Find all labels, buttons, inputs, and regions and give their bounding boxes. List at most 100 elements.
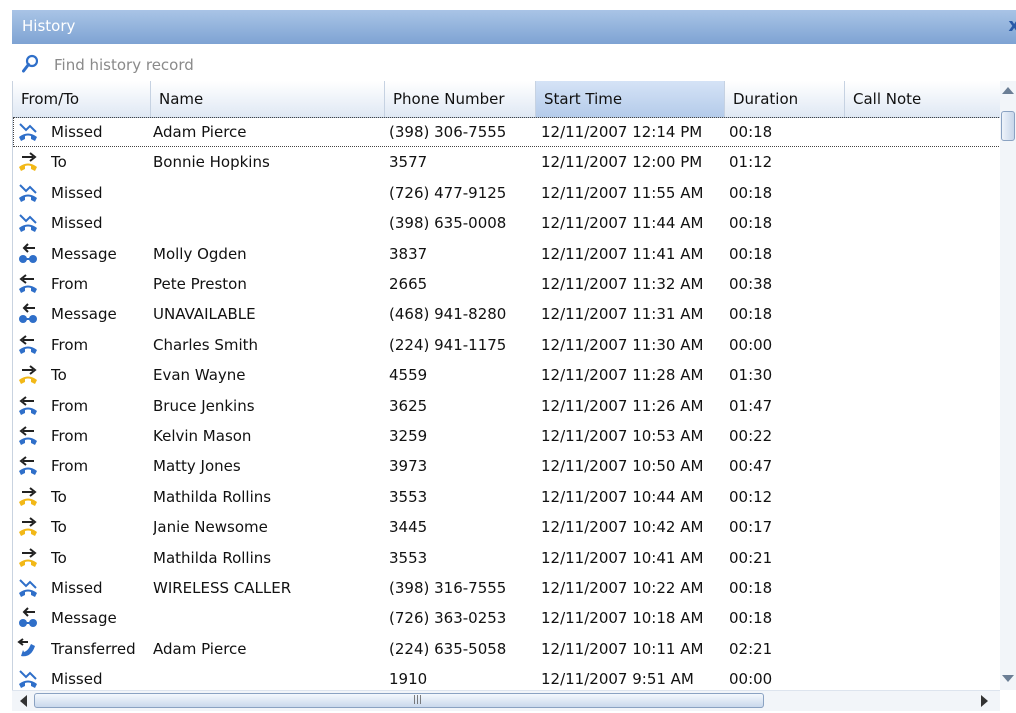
history-table: From/To Name Phone Number Start Time Duratio… <box>12 81 1001 690</box>
outgoing-call-icon <box>17 516 39 538</box>
cell-phone: 3445 <box>389 518 428 537</box>
cell-duration: 00:18 <box>729 579 773 597</box>
incoming-call-icon <box>17 334 39 356</box>
cell-from-to: Transferred <box>51 639 136 658</box>
transferred-call-icon <box>17 637 39 660</box>
cell-note <box>851 330 997 360</box>
cell-name: Adam Pierce <box>153 123 247 141</box>
cell-note <box>851 543 997 573</box>
table-row[interactable]: To Mathilda Rollins 3553 12/11/2007 10:44 A… <box>13 482 1001 512</box>
cell-duration: 01:12 <box>729 153 773 172</box>
table-row[interactable]: From Pete Preston 2665 12/11/2007 11:32 AM 0… <box>13 269 1001 299</box>
cell-duration: 00:18 <box>729 244 773 263</box>
cell-phone: 3625 <box>389 396 428 415</box>
column-header-phone-number[interactable]: Phone Number <box>385 81 536 117</box>
cell-from-to: Message <box>51 609 117 628</box>
cell-name <box>153 664 381 690</box>
table-row[interactable]: Missed (398) 635-0008 12/11/2007 11:44 AM 0… <box>13 208 1001 238</box>
cell-name: Charles Smith <box>153 335 259 354</box>
missed-call-icon <box>17 182 39 204</box>
cell-note <box>851 360 997 390</box>
vertical-scrollbar[interactable] <box>1000 81 1016 690</box>
column-header-duration[interactable]: Duration <box>725 81 845 117</box>
horizontal-scrollbar[interactable]: ||| <box>12 690 1000 711</box>
missed-call-icon <box>17 668 39 690</box>
cell-phone: 4559 <box>389 366 428 385</box>
cell-note <box>851 482 997 512</box>
table-row[interactable]: Message (726) 363-0253 12/11/2007 10:18 AM… <box>13 603 1001 633</box>
missed-call-icon <box>17 212 39 234</box>
scroll-grip-icon: ||| <box>413 695 423 705</box>
column-header-start-time[interactable]: Start Time <box>536 81 725 117</box>
cell-start: 12/11/2007 11:26 AM <box>541 396 704 415</box>
cell-phone: (398) 635-0008 <box>389 214 507 233</box>
cell-from-to: Missed <box>51 579 103 597</box>
table-row[interactable]: Missed (726) 477-9125 12/11/2007 11:55 AM 0… <box>13 178 1001 208</box>
table-row[interactable]: Transferred Adam Pierce (224) 635-5058 12/1… <box>13 634 1001 664</box>
table-row[interactable]: From Charles Smith (224) 941-1175 12/11/200… <box>13 330 1001 360</box>
cell-start: 12/11/2007 10:44 AM <box>541 487 704 506</box>
cell-note <box>851 208 997 238</box>
outgoing-call-icon <box>17 547 39 569</box>
table-row[interactable]: To Janie Newsome 3445 12/11/2007 10:42 AM 00… <box>13 512 1001 542</box>
cell-from-to: Missed <box>51 214 103 233</box>
vertical-scroll-thumb[interactable] <box>1001 111 1015 141</box>
cell-from-to: From <box>51 396 89 415</box>
cell-start: 12/11/2007 11:44 AM <box>541 214 704 233</box>
cell-start: 12/11/2007 10:11 AM <box>541 639 704 658</box>
cell-from-to: To <box>51 518 67 537</box>
search-input[interactable] <box>52 53 956 77</box>
table-row[interactable]: Missed WIRELESS CALLER (398) 316-7555 12/11… <box>13 573 1001 603</box>
voicemail-icon <box>17 607 39 629</box>
cell-note <box>851 391 997 421</box>
scroll-up-icon[interactable] <box>1002 87 1014 94</box>
incoming-call-icon <box>17 425 39 447</box>
scroll-down-icon[interactable] <box>1002 675 1014 682</box>
cell-start: 12/11/2007 11:30 AM <box>541 335 704 354</box>
table-row[interactable]: To Mathilda Rollins 3553 12/11/2007 10:41 A… <box>13 543 1001 573</box>
table-row[interactable]: From Kelvin Mason 3259 12/11/2007 10:53 AM 0… <box>13 421 1001 451</box>
table-row[interactable]: From Matty Jones 3973 12/11/2007 10:50 AM 00… <box>13 451 1001 481</box>
cell-note <box>851 634 997 664</box>
cell-phone: 3837 <box>389 244 428 263</box>
cell-note <box>851 269 997 299</box>
cell-name <box>153 603 381 633</box>
table-row[interactable]: Missed Adam Pierce (398) 306-7555 12/11/200… <box>13 117 1001 147</box>
cell-note <box>851 512 997 542</box>
close-icon[interactable]: x <box>1008 15 1016 36</box>
outgoing-call-icon <box>17 151 39 173</box>
cell-name: Matty Jones <box>153 457 241 476</box>
missed-call-icon <box>17 121 39 143</box>
table-row[interactable]: From Bruce Jenkins 3625 12/11/2007 11:26 AM… <box>13 391 1001 421</box>
table-row[interactable]: Missed 1910 12/11/2007 9:51 AM 00:00 <box>13 664 1001 690</box>
cell-from-to: Missed <box>51 670 103 689</box>
column-header-call-note[interactable]: Call Note <box>845 81 1001 117</box>
cell-from-to: To <box>51 366 67 385</box>
cell-duration: 00:00 <box>729 670 773 689</box>
cell-note <box>851 451 997 481</box>
cell-start: 12/11/2007 11:55 AM <box>541 183 704 202</box>
column-header-from-to[interactable]: From/To <box>13 81 151 117</box>
cell-start: 12/11/2007 12:00 PM <box>541 153 703 172</box>
scroll-left-icon[interactable] <box>20 695 27 707</box>
search-bar <box>12 51 1016 78</box>
cell-phone: (726) 363-0253 <box>389 609 507 628</box>
table-row[interactable]: To Bonnie Hopkins 3577 12/11/2007 12:00 PM 0… <box>13 147 1001 177</box>
voicemail-icon <box>17 303 39 325</box>
table-row[interactable]: Message UNAVAILABLE (468) 941-8280 12/11/20… <box>13 299 1001 329</box>
cell-from-to: From <box>51 335 89 354</box>
cell-from-to: From <box>51 427 89 445</box>
incoming-call-icon <box>17 395 39 417</box>
cell-phone: (726) 477-9125 <box>389 183 507 202</box>
table-row[interactable]: To Evan Wayne 4559 12/11/2007 11:28 AM 01:30 <box>13 360 1001 390</box>
cell-start: 12/11/2007 12:14 PM <box>541 123 703 141</box>
cell-name <box>153 178 381 208</box>
cell-name: Bruce Jenkins <box>153 396 255 415</box>
horizontal-scroll-thumb[interactable]: ||| <box>34 693 764 708</box>
scroll-right-icon[interactable] <box>981 695 988 707</box>
table-row[interactable]: Message Molly Ogden 3837 12/11/2007 11:41 A… <box>13 239 1001 269</box>
window-title: History <box>22 17 76 35</box>
column-header-name[interactable]: Name <box>151 81 385 117</box>
cell-from-to: Missed <box>51 183 103 202</box>
cell-name: Kelvin Mason <box>153 427 252 445</box>
